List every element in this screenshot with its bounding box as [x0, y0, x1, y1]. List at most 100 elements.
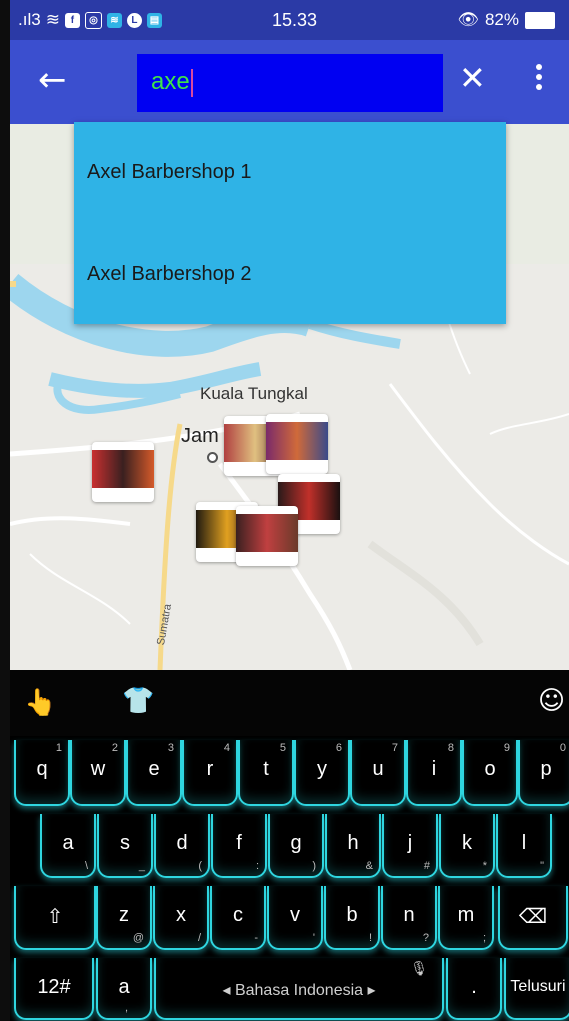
key-label: c — [233, 904, 243, 926]
key-label: h — [347, 832, 359, 854]
key-f[interactable]: f: — [211, 814, 267, 878]
language-label: ◂ Bahasa Indonesia ▸ — [222, 982, 376, 999]
keyboard-toolbar: 👆 👕 ☺ — [10, 670, 569, 736]
key-d[interactable]: d( — [154, 814, 210, 878]
app-bar: ← axe ✕ — [10, 40, 569, 124]
key-h[interactable]: h & — [325, 814, 381, 878]
key-symbol: - — [254, 932, 258, 944]
backspace-icon[interactable]: ⌫ — [498, 886, 568, 950]
eye-icon: 👁 — [457, 10, 479, 29]
key-w[interactable]: w2 — [70, 740, 126, 806]
key-symbol: ! — [368, 932, 372, 944]
wifi-icon: ≋ — [45, 10, 60, 29]
phone-screen: .ıl3 ≋ f ◎ ≋ L ▤ 15.33 👁 82% ← axe ✕ Kua… — [10, 0, 569, 1021]
search-input[interactable]: axe — [137, 54, 443, 112]
key-symbol: @ — [132, 932, 144, 944]
key-label: d — [176, 832, 188, 854]
key-label: g — [290, 832, 302, 854]
key-z[interactable]: z @ — [96, 886, 152, 950]
period-key[interactable]: . — [446, 958, 502, 1020]
status-icons: .ıl3 ≋ f ◎ ≋ L ▤ — [18, 10, 162, 30]
mic-icon: 🎙 — [410, 960, 428, 976]
line-icon: L — [126, 12, 142, 28]
battery-percent: 82% — [484, 10, 519, 29]
key-symbol: ; — [482, 932, 486, 944]
key-symbol: ( — [198, 860, 202, 872]
key-p[interactable]: p0 — [518, 740, 569, 806]
status-bar: .ıl3 ≋ f ◎ ≋ L ▤ 15.33 👁 82% — [10, 0, 569, 40]
key-label: l — [521, 832, 527, 854]
key-label: k — [462, 832, 472, 854]
key-hint: 2 — [111, 742, 118, 754]
key-e[interactable]: e3 — [126, 740, 182, 806]
message-icon: ▤ — [146, 12, 162, 28]
key-symbol: & — [365, 860, 373, 872]
key-symbol: \ — [84, 860, 88, 872]
key-symbol: ) — [312, 860, 316, 872]
key-o[interactable]: o9 — [462, 740, 518, 806]
key-symbol: ' — [312, 932, 315, 944]
key-g[interactable]: g) — [268, 814, 324, 878]
key-c[interactable]: c- — [210, 886, 266, 950]
key-l[interactable]: l " — [496, 814, 552, 878]
suggestion-item[interactable]: Axel Barbershop 1 — [87, 161, 252, 184]
key-label: Telusuri — [510, 978, 566, 995]
space-bar[interactable]: ◂ Bahasa Indonesia ▸ 🎙 — [154, 958, 444, 1020]
key-label: ⇧ — [46, 906, 64, 928]
shirt-icon[interactable]: 👕 — [122, 686, 154, 716]
back-arrow-icon[interactable]: ← — [38, 62, 74, 98]
key-t[interactable]: t5 — [238, 740, 294, 806]
key-hint: 4 — [223, 742, 230, 754]
suggestion-dropdown: Axel Barbershop 1 Axel Barbershop 2 — [74, 122, 506, 324]
key-label: e — [148, 758, 160, 780]
key-v[interactable]: v ' — [267, 886, 323, 950]
search-input-value: axe — [151, 68, 190, 95]
key-q[interactable]: q1 — [14, 740, 70, 806]
key-hint: 0 — [559, 742, 566, 754]
key-m[interactable]: m; — [438, 886, 494, 950]
signal-icon: .ıl3 — [18, 10, 41, 29]
key-j[interactable]: j # — [382, 814, 438, 878]
key-u[interactable]: u7 — [350, 740, 406, 806]
search-key[interactable]: Telusuri — [504, 958, 569, 1020]
shift-icon[interactable]: ⇧ — [14, 886, 96, 950]
map-photo-marker[interactable] — [266, 414, 328, 474]
instagram-icon: ◎ — [84, 11, 102, 29]
key-label: ⌫ — [518, 906, 548, 928]
key-x[interactable]: x / — [153, 886, 209, 950]
key-label: a — [62, 832, 74, 854]
key-symbol: : — [255, 860, 259, 872]
key-label: o — [484, 758, 496, 780]
key-b[interactable]: b! — [324, 886, 380, 950]
key-i[interactable]: i8 — [406, 740, 462, 806]
key-hint: 3 — [167, 742, 174, 754]
key-s[interactable]: s _ — [97, 814, 153, 878]
smiley-icon[interactable]: ☺ — [538, 686, 565, 716]
key-hint: 5 — [279, 742, 286, 754]
keyboard-app-icon[interactable]: 👆 — [24, 688, 56, 718]
key-label: . — [471, 976, 477, 998]
key-r[interactable]: r4 — [182, 740, 238, 806]
key-label: u — [372, 758, 384, 780]
more-vert-icon[interactable] — [536, 64, 544, 94]
map-photo-marker[interactable] — [236, 506, 298, 566]
suggestion-item[interactable]: Axel Barbershop 2 — [87, 263, 252, 286]
text-caret — [190, 68, 193, 97]
comma-key[interactable]: a, — [96, 958, 152, 1020]
key-k[interactable]: k * — [439, 814, 495, 878]
close-icon[interactable]: ✕ — [459, 60, 486, 96]
key-label: y — [317, 758, 327, 780]
key-label: j — [407, 832, 413, 854]
key-label: p — [540, 758, 552, 780]
status-time: 15.33 — [272, 10, 318, 30]
key-label: v — [290, 904, 300, 926]
numbers-key[interactable]: 12# — [14, 958, 94, 1020]
key-label: s — [120, 832, 130, 854]
key-y[interactable]: y6 — [294, 740, 350, 806]
key-label: z — [119, 904, 129, 926]
key-a[interactable]: a \ — [40, 814, 96, 878]
city-marker — [207, 452, 218, 463]
key-symbol: * — [482, 860, 487, 872]
map-photo-marker[interactable] — [92, 442, 154, 502]
key-n[interactable]: n? — [381, 886, 437, 950]
